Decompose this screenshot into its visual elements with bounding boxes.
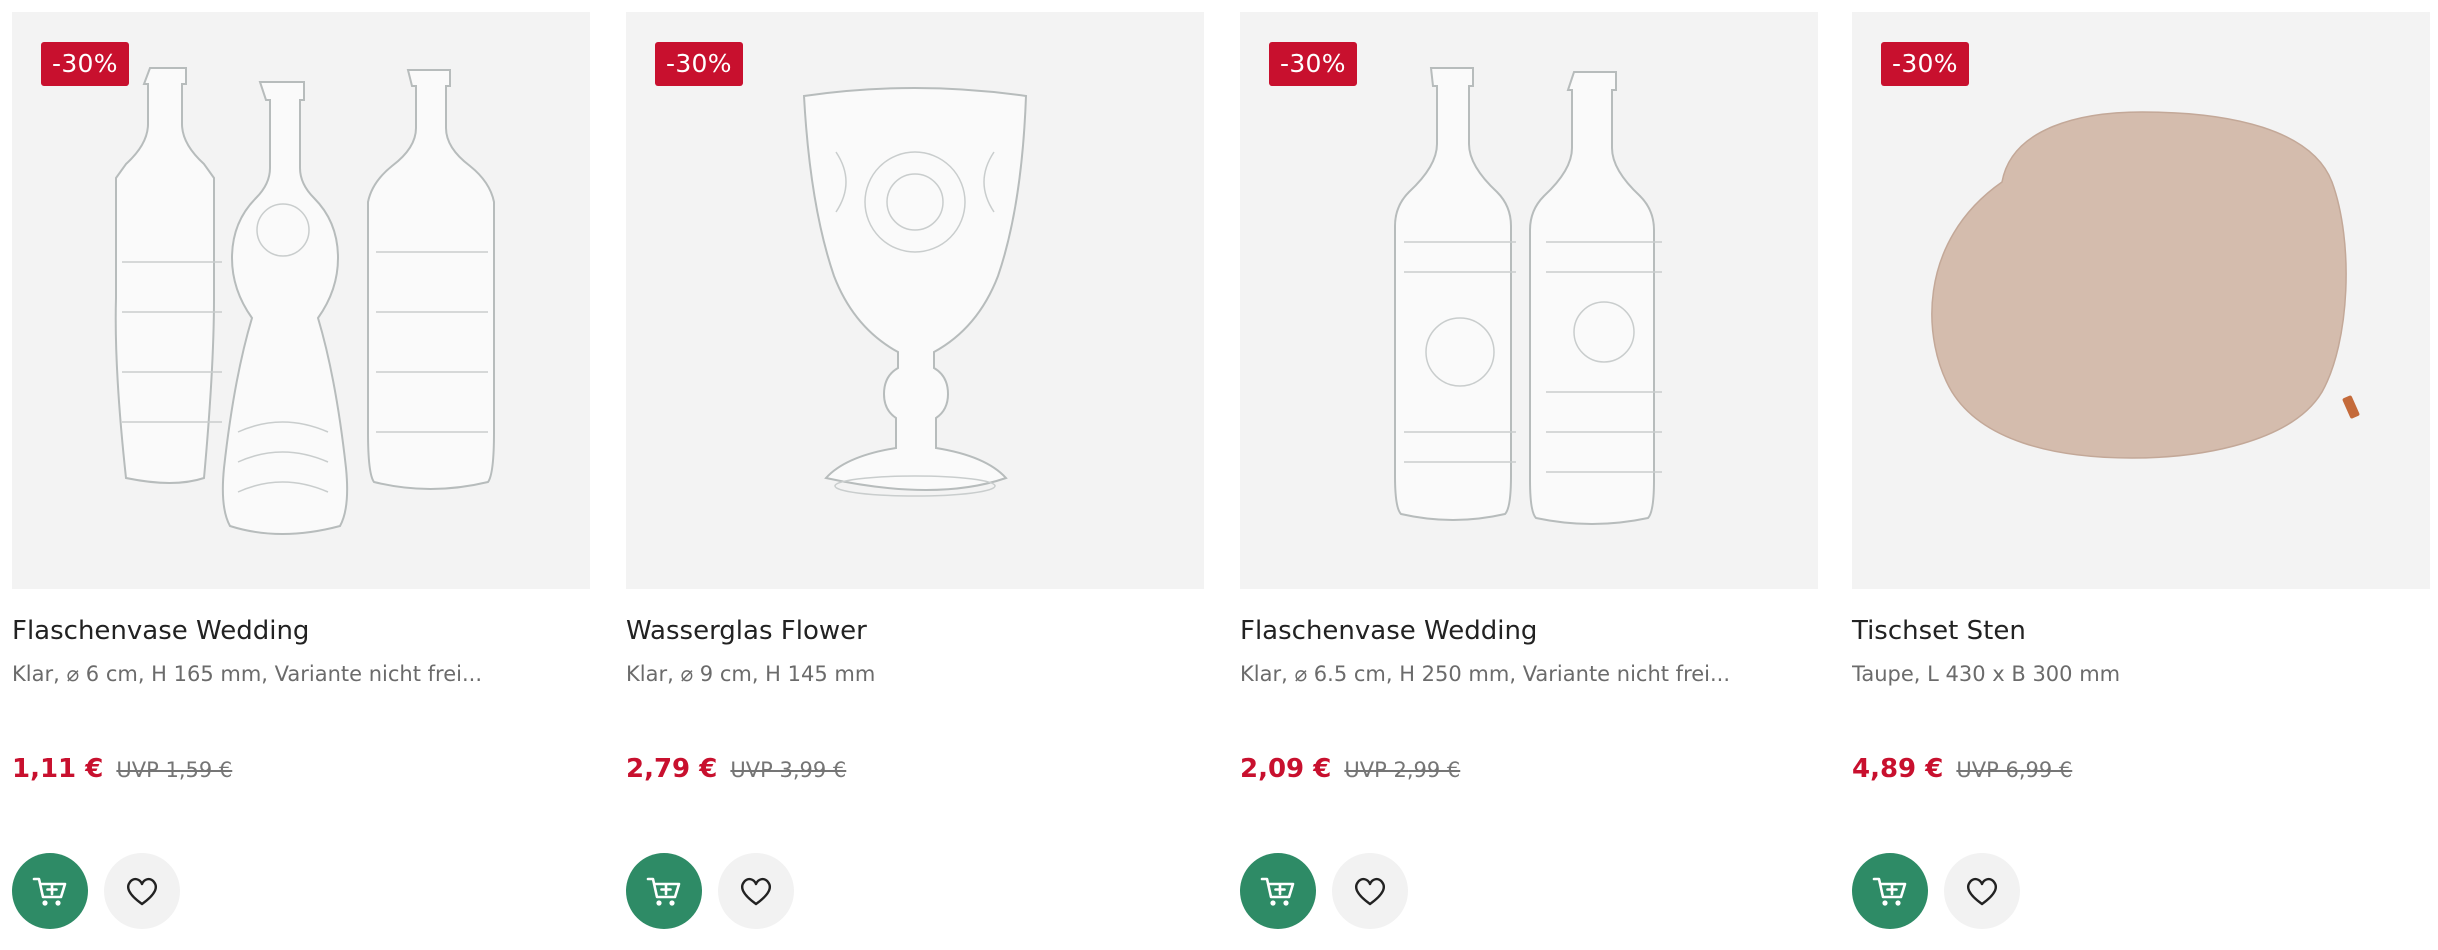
product-card: -30% Wasserglas Flower Klar, ⌀ 9 cm, H 1… — [626, 12, 1204, 950]
add-to-cart-icon — [646, 877, 681, 906]
wishlist-button[interactable] — [1332, 853, 1408, 929]
product-image[interactable]: -30% — [626, 12, 1204, 589]
product-card: -30% Tischset Sten Taupe, L 430 x B 300 … — [1852, 12, 2430, 950]
product-image[interactable]: -30% — [12, 12, 590, 589]
product-subtitle: Klar, ⌀ 6 cm, H 165 mm, Variante nicht f… — [12, 662, 482, 686]
product-title[interactable]: Flaschenvase Wedding — [1240, 616, 1537, 646]
product-image[interactable]: -30% — [1852, 12, 2430, 589]
add-to-cart-button[interactable] — [1240, 853, 1316, 929]
product-subtitle: Klar, ⌀ 6.5 cm, H 250 mm, Variante nicht… — [1240, 662, 1731, 686]
discount-badge: -30% — [41, 42, 129, 86]
two-glass-bottles-image — [1394, 67, 1662, 525]
original-price: UVP 3,99 € — [730, 758, 847, 782]
discount-badge: -30% — [655, 42, 743, 86]
sale-price: 2,79 € — [626, 754, 718, 784]
price-row: 2,09 € UVP 2,99 € — [1240, 754, 1460, 784]
oval-placemat-image — [1931, 111, 2360, 459]
wishlist-button[interactable] — [718, 853, 794, 929]
add-to-cart-icon — [1260, 877, 1295, 906]
product-card: -30% Flaschenvase Wedding Klar, ⌀ 6.5 cm… — [1240, 12, 1818, 950]
heart-icon — [127, 877, 157, 906]
heart-icon — [1967, 877, 1997, 906]
product-title[interactable]: Wasserglas Flower — [626, 616, 867, 646]
heart-icon — [741, 877, 771, 906]
product-grid: -30% Flaschenvase Wedding Klar, ⌀ 6 cm, … — [0, 0, 2438, 950]
sale-price: 1,11 € — [12, 754, 104, 784]
original-price: UVP 2,99 € — [1344, 758, 1461, 782]
product-subtitle: Klar, ⌀ 9 cm, H 145 mm — [626, 662, 876, 686]
add-to-cart-button[interactable] — [12, 853, 88, 929]
price-row: 1,11 € UVP 1,59 € — [12, 754, 232, 784]
price-row: 2,79 € UVP 3,99 € — [626, 754, 846, 784]
product-subtitle: Taupe, L 430 x B 300 mm — [1852, 662, 2121, 686]
add-to-cart-icon — [1872, 877, 1907, 906]
sale-price: 2,09 € — [1240, 754, 1332, 784]
sale-price: 4,89 € — [1852, 754, 1944, 784]
add-to-cart-button[interactable] — [1852, 853, 1928, 929]
wishlist-button[interactable] — [1944, 853, 2020, 929]
discount-badge: -30% — [1881, 42, 1969, 86]
add-to-cart-button[interactable] — [626, 853, 702, 929]
discount-badge: -30% — [1269, 42, 1357, 86]
product-image[interactable]: -30% — [1240, 12, 1818, 589]
original-price: UVP 6,99 € — [1956, 758, 2073, 782]
product-title[interactable]: Flaschenvase Wedding — [12, 616, 309, 646]
heart-icon — [1355, 877, 1385, 906]
original-price: UVP 1,59 € — [116, 758, 233, 782]
wishlist-button[interactable] — [104, 853, 180, 929]
product-card: -30% Flaschenvase Wedding Klar, ⌀ 6 cm, … — [12, 12, 590, 950]
three-glass-bottles-image — [114, 67, 495, 535]
stemmed-glass-image — [802, 87, 1028, 497]
product-title[interactable]: Tischset Sten — [1852, 616, 2026, 646]
add-to-cart-icon — [32, 877, 67, 906]
price-row: 4,89 € UVP 6,99 € — [1852, 754, 2072, 784]
